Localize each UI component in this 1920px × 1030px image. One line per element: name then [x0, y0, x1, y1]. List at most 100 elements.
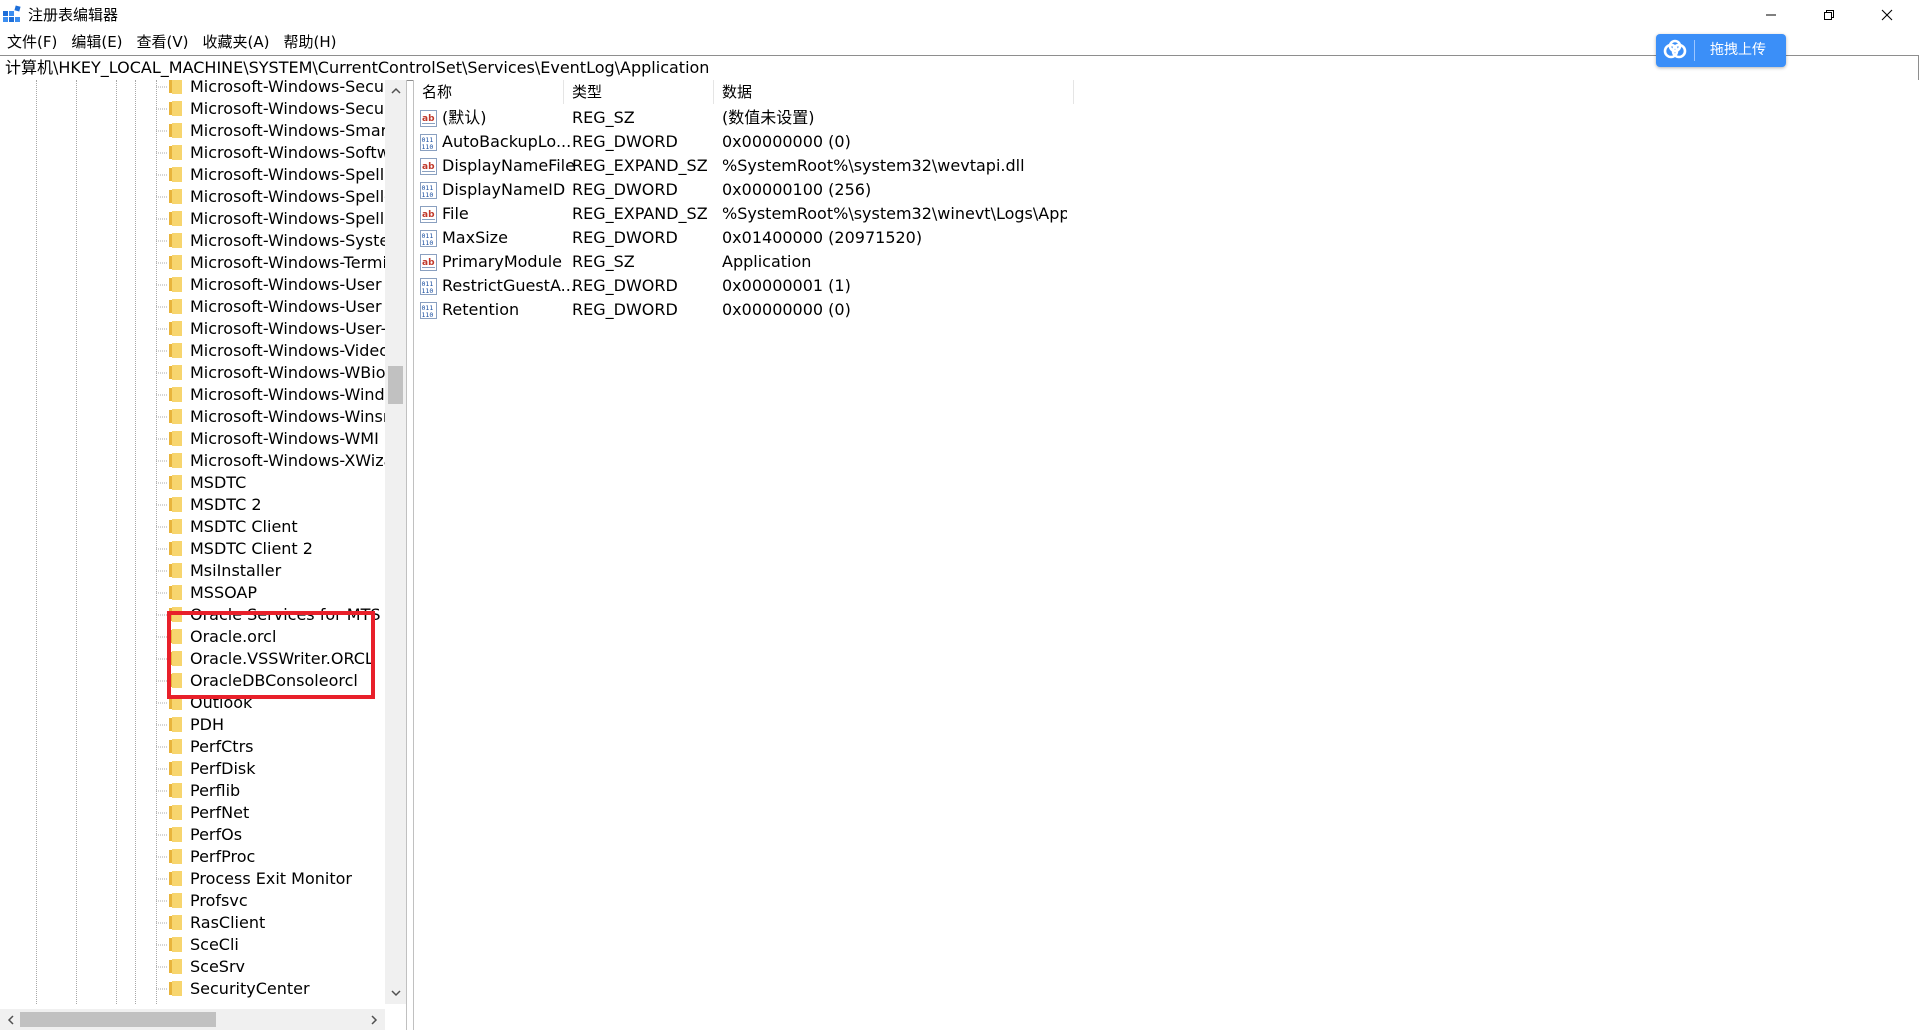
tree-horizontal-scrollbar[interactable]: [0, 1009, 385, 1030]
column-header-data[interactable]: 数据: [714, 80, 1074, 104]
value-type: REG_SZ: [572, 252, 635, 271]
value-row[interactable]: ab PrimaryModule REG_SZ Application: [414, 250, 1074, 274]
tree-item[interactable]: SecurityCenter: [0, 978, 385, 1000]
tree-connector: [156, 680, 168, 682]
folder-icon: [169, 453, 182, 468]
column-header-type[interactable]: 类型: [564, 80, 714, 104]
tree-item-label: MSDTC 2: [190, 495, 262, 514]
tree-item[interactable]: Oracle.orcl: [0, 626, 385, 648]
chevron-right-icon: [371, 1014, 378, 1025]
tree-item[interactable]: PDH: [0, 714, 385, 736]
tree-item[interactable]: PerfNet: [0, 802, 385, 824]
value-row[interactable]: 011 110 MaxSize REG_DWORD 0x01400000 (209715…: [414, 226, 1074, 250]
tree-item[interactable]: MSDTC Client 2: [0, 538, 385, 560]
address-bar[interactable]: 计算机\HKEY_LOCAL_MACHINE\SYSTEM\CurrentCon…: [0, 55, 1919, 81]
folder-icon: [169, 431, 182, 446]
value-row[interactable]: 011 110 AutoBackupLo... REG_DWORD 0x00000000…: [414, 130, 1074, 154]
tree-item[interactable]: Oracle Services for MTS: [0, 604, 385, 626]
tree-item[interactable]: SceCli: [0, 934, 385, 956]
tree-connector: [156, 988, 168, 990]
tree-connector: [156, 482, 168, 484]
vertical-scroll-thumb[interactable]: [388, 366, 403, 404]
tree-item[interactable]: Microsoft-Windows-WMI: [0, 428, 385, 450]
drag-upload-button[interactable]: 拖拽上传: [1656, 34, 1786, 67]
tree-item[interactable]: Microsoft-Windows-Winsrv: [0, 406, 385, 428]
menu-file[interactable]: 文件(F): [0, 30, 64, 54]
tree-item[interactable]: Microsoft-Windows-Termir: [0, 252, 385, 274]
value-type: REG_EXPAND_SZ: [572, 204, 708, 223]
tree-item[interactable]: Profsvc: [0, 890, 385, 912]
title-bar: 注册表编辑器: [0, 0, 1920, 30]
tree-item[interactable]: Microsoft-Windows-XWiza: [0, 450, 385, 472]
scroll-left-arrow[interactable]: [2, 1011, 19, 1028]
column-header-name[interactable]: 名称: [414, 80, 564, 104]
value-row[interactable]: ab File REG_EXPAND_SZ %SystemRoot%\system32…: [414, 202, 1074, 226]
minimize-button[interactable]: [1742, 0, 1800, 30]
value-data: %SystemRoot%\system32\winevt\Logs\Appli.…: [722, 204, 1067, 223]
value-name: PrimaryModule: [442, 252, 563, 271]
scroll-right-arrow[interactable]: [366, 1011, 383, 1028]
menu-edit[interactable]: 编辑(E): [64, 30, 129, 54]
value-data: %SystemRoot%\system32\wevtapi.dll: [722, 156, 1025, 175]
svg-text:110: 110: [422, 143, 434, 151]
tree-item[interactable]: MSDTC Client: [0, 516, 385, 538]
value-name: DisplayNameID: [442, 180, 566, 199]
tree-item[interactable]: SceSrv: [0, 956, 385, 978]
tree-item[interactable]: MsiInstaller: [0, 560, 385, 582]
tree-item-label: Microsoft-Windows-Softwa: [190, 143, 385, 162]
tree-item[interactable]: Microsoft-Windows-Securi: [0, 98, 385, 120]
tree-item[interactable]: Microsoft-Windows-SpellC: [0, 164, 385, 186]
horizontal-scroll-thumb[interactable]: [20, 1012, 216, 1027]
tree-item[interactable]: RasClient: [0, 912, 385, 934]
value-row[interactable]: 011 110 RestrictGuestA... REG_DWORD 0x000000…: [414, 274, 1074, 298]
close-button[interactable]: [1858, 0, 1916, 30]
menu-view[interactable]: 查看(V): [130, 30, 196, 54]
tree-item[interactable]: PerfOs: [0, 824, 385, 846]
tree-item[interactable]: MSDTC: [0, 472, 385, 494]
tree-item[interactable]: PerfProc: [0, 846, 385, 868]
tree-item-label: Microsoft-Windows-WMI: [190, 429, 379, 448]
folder-icon: [169, 629, 182, 644]
tree-vertical-scrollbar[interactable]: [385, 80, 406, 1004]
address-path[interactable]: 计算机\HKEY_LOCAL_MACHINE\SYSTEM\CurrentCon…: [5, 58, 709, 78]
folder-icon: [169, 101, 182, 116]
value-row[interactable]: ab DisplayNameFile REG_EXPAND_SZ %SystemRoo…: [414, 154, 1074, 178]
tree-item[interactable]: Perflib: [0, 780, 385, 802]
registry-tree: Microsoft-Windows-Securi Microsoft-Window…: [0, 80, 385, 1004]
restore-button[interactable]: [1800, 0, 1858, 30]
tree-item[interactable]: Microsoft-Windows-WBioS: [0, 362, 385, 384]
tree-connector: [156, 86, 168, 88]
value-row[interactable]: 011 110 DisplayNameID REG_DWORD 0x00000100 (…: [414, 178, 1074, 202]
folder-icon: [169, 233, 182, 248]
folder-icon: [169, 849, 182, 864]
tree-item[interactable]: Outlook: [0, 692, 385, 714]
tree-item[interactable]: Microsoft-Windows-Syster: [0, 230, 385, 252]
scroll-down-arrow[interactable]: [387, 985, 404, 1002]
folder-icon: [169, 475, 182, 490]
tree-item[interactable]: Microsoft-Windows-User P: [0, 296, 385, 318]
tree-item[interactable]: PerfDisk: [0, 758, 385, 780]
tree-item[interactable]: Microsoft-Windows-Smartc: [0, 120, 385, 142]
tree-item[interactable]: Microsoft-Windows-Windc: [0, 384, 385, 406]
tree-item[interactable]: Microsoft-Windows-User-L: [0, 318, 385, 340]
tree-item[interactable]: Microsoft-Windows-Spell-C: [0, 186, 385, 208]
tree-item[interactable]: Microsoft-Windows-Video-: [0, 340, 385, 362]
folder-icon: [169, 299, 182, 314]
tree-connector: [156, 504, 168, 506]
tree-item[interactable]: Microsoft-Windows-Securi: [0, 80, 385, 98]
tree-item[interactable]: Oracle.VSSWriter.ORCL: [0, 648, 385, 670]
value-row[interactable]: ab (默认) REG_SZ (数值未设置): [414, 106, 1074, 130]
tree-item[interactable]: MSSOAP: [0, 582, 385, 604]
tree-item[interactable]: PerfCtrs: [0, 736, 385, 758]
tree-item[interactable]: Microsoft-Windows-Spellc: [0, 208, 385, 230]
tree-item[interactable]: MSDTC 2: [0, 494, 385, 516]
tree-connector: [156, 196, 168, 198]
menu-favorites[interactable]: 收藏夹(A): [196, 30, 277, 54]
menu-help[interactable]: 帮助(H): [276, 30, 343, 54]
tree-item[interactable]: Microsoft-Windows-User P: [0, 274, 385, 296]
value-row[interactable]: 011 110 Retention REG_DWORD 0x00000000 (0): [414, 298, 1074, 322]
tree-item[interactable]: OracleDBConsoleorcl: [0, 670, 385, 692]
scroll-up-arrow[interactable]: [387, 82, 404, 99]
tree-item[interactable]: Microsoft-Windows-Softwa: [0, 142, 385, 164]
tree-item[interactable]: Process Exit Monitor: [0, 868, 385, 890]
